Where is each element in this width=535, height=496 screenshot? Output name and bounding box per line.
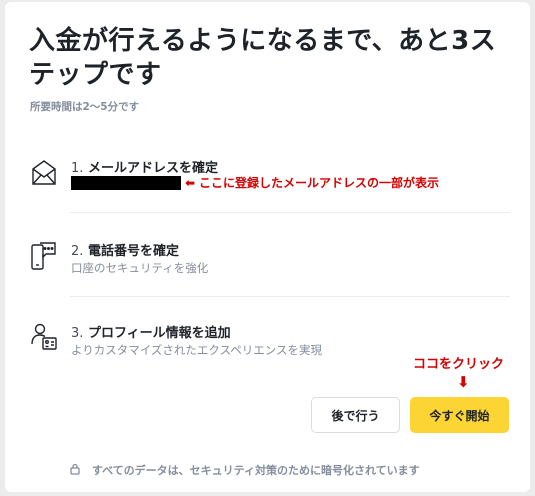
encryption-note: すべてのデータは、セキュリティ対策のために暗号化されています — [70, 462, 420, 478]
step-title-text: メールアドレスを確定 — [87, 161, 218, 176]
step-divider — [70, 296, 510, 297]
modal-title: 入金が行えるようになるまで、あと3ステップです — [29, 26, 497, 90]
envelope-icon — [30, 157, 58, 189]
encryption-note-text: すべてのデータは、セキュリティ対策のために暗号化されています — [91, 464, 420, 477]
phone-message-icon — [30, 240, 58, 272]
start-now-button[interactable]: 今すぐ開始 — [410, 397, 509, 433]
step-number: 2. — [71, 244, 84, 259]
redacted-email — [71, 176, 181, 190]
step-number: 3. — [71, 326, 84, 341]
annotation-arrow-left: ⬅ — [185, 176, 196, 190]
annotation-email-note: ここに登録したメールアドレスの一部が表示 — [199, 176, 440, 190]
step-title: 2. 電話番号を確定 — [71, 240, 179, 259]
annotation-arrow-down: ⬇ — [457, 373, 470, 391]
lock-icon — [70, 463, 80, 478]
step-description: よりカスタマイズされたエクスペリエンスを実現 — [71, 343, 323, 357]
step-title: 1. メールアドレスを確定 — [71, 157, 218, 176]
annotation-click-note: ココをクリック — [413, 357, 505, 372]
later-button[interactable]: 後で行う — [311, 397, 400, 433]
step-title-text: 電話番号を確定 — [87, 244, 179, 259]
step-description: 口座のセキュリティを強化 — [71, 261, 209, 275]
step-title-text: プロフィール情報を追加 — [87, 326, 231, 341]
step-divider — [70, 212, 510, 213]
step-title: 3. プロフィール情報を追加 — [71, 322, 231, 341]
step-number: 1. — [71, 161, 84, 176]
profile-id-icon — [30, 322, 58, 354]
modal-subtitle: 所要時間は2〜5分です — [30, 101, 140, 113]
setup-steps-modal: 入金が行えるようになるまで、あと3ステップです 所要時間は2〜5分です 1. メ… — [5, 2, 530, 492]
